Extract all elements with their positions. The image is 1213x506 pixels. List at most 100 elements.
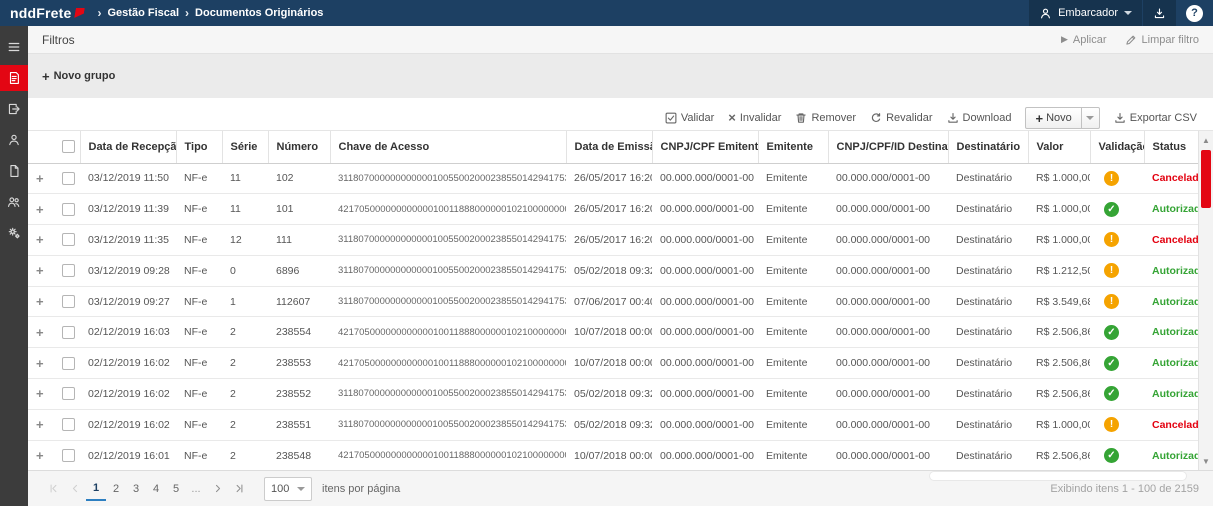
- page-button-5[interactable]: 5: [166, 477, 186, 501]
- cell-serie: 2: [222, 317, 268, 348]
- next-page-button[interactable]: [206, 477, 228, 501]
- sidebar-item-documentos-originarios[interactable]: [0, 65, 28, 91]
- column-header-numero[interactable]: Número: [268, 131, 330, 163]
- row-checkbox[interactable]: [62, 418, 75, 431]
- status-text: Autorizado: [1152, 326, 1198, 338]
- column-header-chave[interactable]: Chave de Acesso: [330, 131, 566, 163]
- cell-cnpj_destinatario: 00.000.000/0001-00: [828, 163, 948, 194]
- table-row[interactable]: +03/12/2019 09:27NF-e1112607311807000000…: [28, 286, 1198, 317]
- page-button-2[interactable]: 2: [106, 477, 126, 501]
- column-header-emissao[interactable]: Data de Emissão: [566, 131, 652, 163]
- brand-flag-icon: [74, 8, 85, 18]
- column-header-valor[interactable]: Valor: [1028, 131, 1090, 163]
- page-button-3[interactable]: 3: [126, 477, 146, 501]
- sidebar-item-configuracoes[interactable]: [0, 220, 28, 246]
- expand-row-icon[interactable]: +: [36, 232, 44, 247]
- column-header-cnpj_emitente[interactable]: CNPJ/CPF Emitente: [652, 131, 758, 163]
- page-button-1[interactable]: 1: [86, 477, 106, 501]
- last-page-button[interactable]: [228, 477, 250, 501]
- column-header-destinatario[interactable]: Destinatário: [948, 131, 1028, 163]
- user-menu-button[interactable]: Embarcador: [1029, 0, 1142, 26]
- table-row[interactable]: +03/12/2019 11:39NF-e1110142170500000000…: [28, 194, 1198, 225]
- download-button[interactable]: Download: [947, 112, 1012, 124]
- column-header-emitente[interactable]: Emitente: [758, 131, 828, 163]
- row-checkbox[interactable]: [62, 326, 75, 339]
- table-row[interactable]: +02/12/2019 16:02NF-e2238553421705000000…: [28, 348, 1198, 379]
- previous-page-button[interactable]: [64, 477, 86, 501]
- horizontal-scrollbar-thumb[interactable]: [930, 472, 1186, 480]
- previous-page-icon: [70, 483, 81, 494]
- expand-row-icon[interactable]: +: [36, 386, 44, 401]
- column-header-serie[interactable]: Série: [222, 131, 268, 163]
- sidebar-menu-toggle[interactable]: [0, 34, 28, 60]
- column-header-cnpj_destinatario[interactable]: CNPJ/CPF/ID Destinatário: [828, 131, 948, 163]
- row-checkbox[interactable]: [62, 387, 75, 400]
- table-row[interactable]: +03/12/2019 11:50NF-e1110231180700000000…: [28, 163, 1198, 194]
- apply-filter-button[interactable]: ▶ Aplicar: [1061, 34, 1107, 46]
- grid: Data de Recepção↓TipoSérieNúmeroChave de…: [28, 130, 1213, 470]
- cell-destinatario: Destinatário: [948, 255, 1028, 286]
- page-size-select[interactable]: 100: [264, 477, 312, 501]
- select-all-checkbox[interactable]: [62, 140, 75, 153]
- sidebar-item-relatorios[interactable]: [0, 158, 28, 184]
- row-checkbox[interactable]: [62, 357, 75, 370]
- help-button[interactable]: ?: [1186, 5, 1203, 22]
- scroll-up-icon[interactable]: ▲: [1199, 133, 1213, 147]
- cell-recepcao: 02/12/2019 16:03: [80, 317, 176, 348]
- expand-row-icon[interactable]: +: [36, 171, 44, 186]
- new-group-button[interactable]: + Novo grupo: [42, 69, 115, 84]
- cell-tipo: NF-e: [176, 255, 222, 286]
- column-header-tipo[interactable]: Tipo: [176, 131, 222, 163]
- expand-row-icon[interactable]: +: [36, 263, 44, 278]
- first-page-button[interactable]: [42, 477, 64, 501]
- invalidate-label: Invalidar: [740, 112, 782, 124]
- table-row[interactable]: +02/12/2019 16:03NF-e2238554421705000000…: [28, 317, 1198, 348]
- breadcrumb-item[interactable]: Documentos Originários: [195, 7, 323, 19]
- column-header-status[interactable]: Status: [1144, 131, 1198, 163]
- row-checkbox[interactable]: [62, 449, 75, 462]
- scrollbar-thumb[interactable]: [1201, 150, 1211, 208]
- expand-row-icon[interactable]: +: [36, 356, 44, 371]
- vertical-scrollbar[interactable]: ▲ ▼: [1198, 131, 1213, 470]
- sidebar-item-transportador[interactable]: [0, 127, 28, 153]
- sidebar-item-usuarios[interactable]: [0, 189, 28, 215]
- row-checkbox[interactable]: [62, 295, 75, 308]
- new-dropdown-button[interactable]: [1081, 108, 1099, 128]
- validate-button[interactable]: Validar: [665, 112, 714, 124]
- new-button[interactable]: + Novo: [1026, 108, 1080, 128]
- apply-filter-label: Aplicar: [1073, 34, 1107, 46]
- cell-serie: 2: [222, 348, 268, 379]
- new-split-button: + Novo: [1025, 107, 1099, 129]
- scroll-down-icon[interactable]: ▼: [1199, 454, 1213, 468]
- cell-chave: 3118070000000000001005500200023855014294…: [330, 286, 566, 317]
- breadcrumb-item[interactable]: Gestão Fiscal: [108, 7, 180, 19]
- row-checkbox[interactable]: [62, 264, 75, 277]
- row-checkbox[interactable]: [62, 203, 75, 216]
- row-checkbox[interactable]: [62, 172, 75, 185]
- export-csv-button[interactable]: Exportar CSV: [1114, 112, 1197, 124]
- table-row[interactable]: +02/12/2019 16:02NF-e2238551311807000000…: [28, 409, 1198, 440]
- cell-chave: 4217050000000000001001188800000010210000…: [330, 440, 566, 470]
- table-row[interactable]: +03/12/2019 11:35NF-e1211131180700000000…: [28, 225, 1198, 256]
- expand-row-icon[interactable]: +: [36, 294, 44, 309]
- table-row[interactable]: +02/12/2019 16:02NF-e2238552311807000000…: [28, 379, 1198, 410]
- download-menu-button[interactable]: [1143, 0, 1176, 26]
- validation-warning-icon: !: [1104, 232, 1119, 247]
- remove-button[interactable]: Remover: [795, 112, 856, 124]
- invalidate-button[interactable]: × Invalidar: [728, 112, 781, 124]
- clear-filter-button[interactable]: Limpar filtro: [1125, 34, 1199, 46]
- expand-row-icon[interactable]: +: [36, 448, 44, 463]
- column-header-validacao[interactable]: Validação: [1090, 131, 1144, 163]
- revalidate-button[interactable]: Revalidar: [870, 112, 932, 124]
- expand-row-icon[interactable]: +: [36, 325, 44, 340]
- table-row[interactable]: +03/12/2019 09:28NF-e0689631180700000000…: [28, 255, 1198, 286]
- cell-emitente: Emitente: [758, 440, 828, 470]
- expand-row-icon[interactable]: +: [36, 202, 44, 217]
- row-checkbox[interactable]: [62, 233, 75, 246]
- page-button-4[interactable]: 4: [146, 477, 166, 501]
- column-header-recepcao[interactable]: Data de Recepção↓: [80, 131, 176, 163]
- expand-row-icon[interactable]: +: [36, 417, 44, 432]
- cell-emissao: 05/02/2018 09:32: [566, 255, 652, 286]
- table-row[interactable]: +02/12/2019 16:01NF-e2238548421705000000…: [28, 440, 1198, 470]
- sidebar-item-saida[interactable]: [0, 96, 28, 122]
